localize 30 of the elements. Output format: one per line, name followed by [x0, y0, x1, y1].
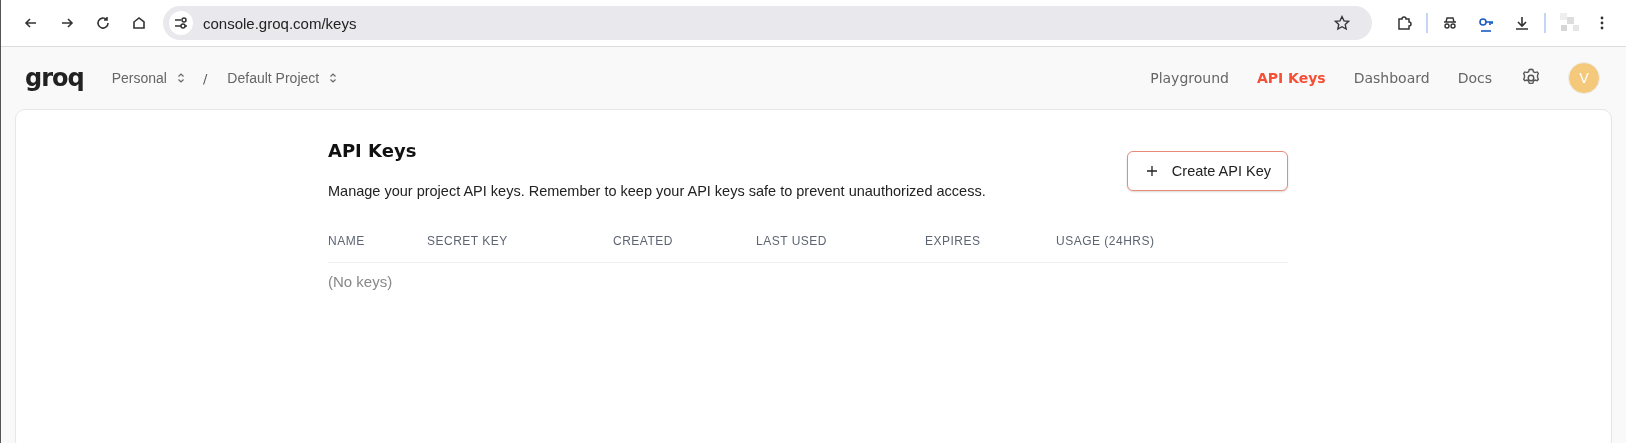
breadcrumb-dropdown[interactable]: Default Project	[227, 70, 338, 86]
plus-icon	[1145, 165, 1158, 177]
column-header: NAME	[328, 234, 366, 248]
column-header: CREATED	[613, 234, 674, 248]
reload-icon[interactable]	[95, 15, 111, 31]
nav-link[interactable]: API Keys	[1256, 70, 1326, 86]
column-header: LAST USED	[756, 234, 828, 248]
page-description: Manage your project API keys. Remember to keep your API keys safe to prevent unauthorized access.	[328, 183, 986, 199]
address-bar[interactable]: console.groq.com/keys	[163, 6, 1372, 40]
column-header: EXPIRES	[925, 234, 982, 248]
empty-message: (No keys)	[328, 273, 394, 290]
page-title: API Keys	[328, 140, 418, 161]
logo[interactable]: groq	[25, 64, 84, 92]
nav-link[interactable]: Playground	[1150, 70, 1229, 86]
chevron-icon	[176, 72, 185, 84]
extensions-icon[interactable]	[1396, 15, 1412, 31]
nav-link[interactable]: Dashboard	[1353, 70, 1430, 86]
nav-link[interactable]: Docs	[1457, 70, 1492, 86]
breadcrumb-dropdown[interactable]: Personal	[111, 70, 185, 86]
menu-icon[interactable]	[1600, 15, 1604, 31]
breadcrumb-separator: /	[202, 70, 208, 86]
column-header: USAGE (24HRS)	[1056, 234, 1156, 248]
create-api-key-button[interactable]: Create API Key	[1126, 151, 1288, 191]
star-icon[interactable]	[1334, 15, 1350, 31]
column-header: SECRET KEY	[427, 234, 509, 248]
download-icon[interactable]	[1514, 15, 1530, 31]
incognito-icon[interactable]	[1442, 15, 1458, 31]
home-icon[interactable]	[131, 15, 147, 31]
site-settings-icon[interactable]	[169, 11, 193, 35]
chevron-icon	[329, 72, 338, 84]
